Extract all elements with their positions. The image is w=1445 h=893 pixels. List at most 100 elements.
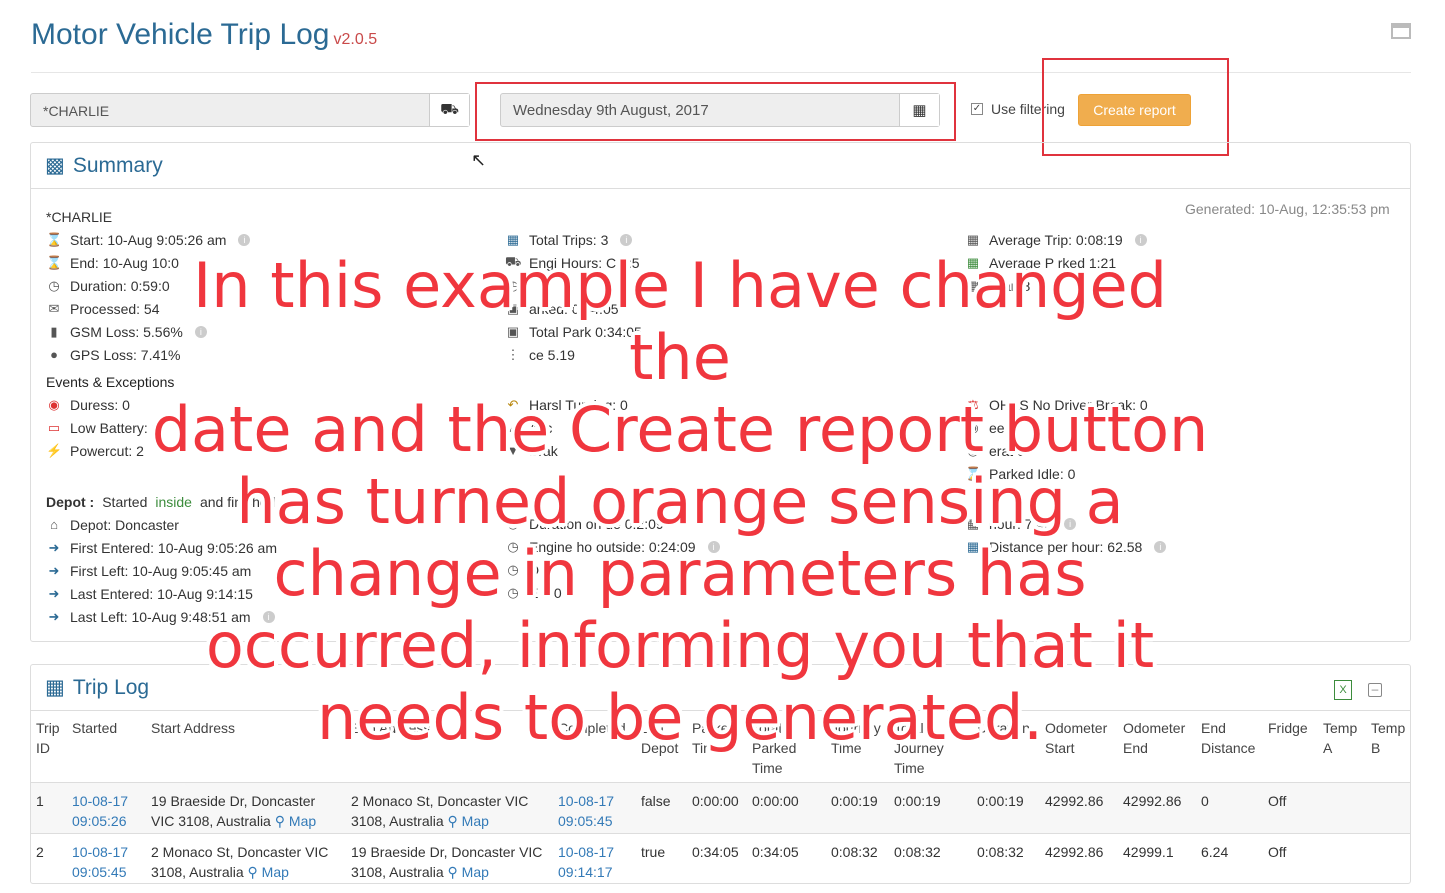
- ohs-no-driver-break: OH&S No Driver Break: 0: [989, 396, 1148, 413]
- clock-icon: ◷: [507, 277, 519, 293]
- depot2-line4: E e 0 5: [529, 584, 574, 601]
- clock-icon: ◷: [48, 277, 60, 293]
- depot-name: Depot: Doncaster: [70, 516, 179, 533]
- total-journey-time: 0:00:19: [894, 793, 941, 809]
- col-header[interactable]: Left Depot: [641, 718, 687, 758]
- last-entered: Last Entered: 10-Aug 9:14:15: [70, 585, 253, 602]
- info-icon[interactable]: i: [620, 233, 633, 246]
- duress-stat: Duress: 0: [70, 396, 130, 413]
- started-link[interactable]: 10-08-17 09:05:45: [72, 842, 134, 882]
- excel-export-icon[interactable]: X: [1334, 680, 1352, 700]
- col-header[interactable]: Completed: [558, 718, 636, 738]
- depot-outside: outs: [283, 493, 310, 510]
- total-journey-time: 0:08:32: [894, 844, 941, 860]
- col-header[interactable]: Duration: [977, 718, 1037, 738]
- parked-idle: Parked Idle: 0: [989, 465, 1076, 482]
- road-icon: ⋮: [506, 346, 520, 362]
- col-header[interactable]: Temp A: [1323, 718, 1363, 758]
- map-link[interactable]: ⚲ Map: [448, 864, 489, 880]
- checkbox-icon[interactable]: ✓: [971, 103, 983, 115]
- gps-loss-stat: GPS Loss: 7.41%: [70, 346, 181, 363]
- col-header[interactable]: Parked Time: [692, 718, 744, 758]
- depot-section: Depot : Started inside and finished outs ⌂ De…: [46, 490, 310, 628]
- harsh-turning: Harsl Turning: 0: [529, 396, 628, 413]
- info-icon[interactable]: i: [238, 233, 251, 246]
- col-header[interactable]: Odometer End: [1123, 718, 1193, 758]
- col-header[interactable]: Journey Time: [831, 718, 887, 758]
- col-header[interactable]: Trip ID: [36, 718, 66, 758]
- col-header[interactable]: End Address: [351, 718, 501, 738]
- summary-title: Summary: [72, 153, 163, 177]
- info-icon[interactable]: i: [707, 540, 720, 553]
- duration-stat: Duration: 0:59:0: [70, 277, 170, 294]
- col-header[interactable]: End Distance: [1201, 718, 1261, 758]
- lifebuoy-icon: ◉: [48, 396, 60, 412]
- left-depot: false: [641, 793, 671, 809]
- battery-icon: ▭: [47, 419, 61, 435]
- average-distance: D an 8: [989, 277, 1031, 294]
- first-entered: First Entered: 10-Aug 9:05:26 am: [70, 539, 277, 556]
- info-icon[interactable]: i: [1064, 517, 1077, 530]
- operate-stat: erat 0: [989, 442, 1025, 459]
- col-header[interactable]: Total Parked Time: [752, 718, 804, 778]
- map-link[interactable]: ⚲ Map: [275, 813, 316, 829]
- clock-icon: ◷: [507, 515, 519, 531]
- col-header[interactable]: Start Address: [151, 718, 301, 738]
- info-icon[interactable]: i: [1134, 233, 1147, 246]
- odometer-start: 42992.86: [1045, 844, 1104, 860]
- building-icon: ▦: [45, 676, 65, 699]
- parked-time: 0:00:00: [692, 793, 739, 809]
- building-icon: ▦: [506, 231, 520, 247]
- triplog-header: ▦ Trip Log: [31, 665, 1410, 711]
- col-header[interactable]: Total Journey Time: [894, 718, 950, 778]
- col-header[interactable]: Temp B: [1371, 718, 1411, 758]
- table-row[interactable]: 2 10-08-17 09:05:45 2 Monaco St, Doncast…: [31, 833, 1410, 893]
- started-link[interactable]: 10-08-17 09:05:26: [72, 791, 134, 831]
- completed-link[interactable]: 10-08-17 09:14:17: [558, 842, 620, 882]
- version-label: v2.0.5: [333, 31, 378, 48]
- vehicle-value: *CHARLIE: [43, 103, 110, 119]
- processed-stat: Processed: 54: [70, 300, 160, 317]
- info-icon[interactable]: i: [262, 610, 275, 623]
- col-header[interactable]: Fridge: [1268, 718, 1312, 738]
- summary-col3: ▦ Average Trip: 0:08:19 i ▦ Average P rked …: [965, 228, 1147, 297]
- calculator-icon: ▦: [966, 277, 980, 293]
- start-address: 2 Monaco St, Doncaster VIC 3108, Austral…: [151, 844, 329, 880]
- info-icon[interactable]: i: [1154, 540, 1167, 553]
- truck-icon[interactable]: ⛟: [429, 94, 469, 126]
- clock-icon: ◷: [507, 561, 519, 577]
- table-row[interactable]: 1 10-08-17 09:05:26 19 Braeside Dr, Donc…: [31, 782, 1410, 833]
- map-link[interactable]: ⚲ Map: [448, 813, 489, 829]
- end-address: 19 Braeside Dr, Doncaster VIC 3108, Aust…: [351, 844, 543, 880]
- collapse-icon[interactable]: –: [1368, 683, 1382, 697]
- sign-in-icon: ➜: [48, 585, 60, 601]
- distance-stat: ce 5.19: [529, 346, 575, 363]
- vehicle-select[interactable]: *CHARLIE ⛟: [30, 93, 470, 127]
- duration: 0:00:19: [977, 793, 1024, 809]
- truck-icon: ⛟: [505, 253, 522, 269]
- map-link[interactable]: ⚲ Map: [248, 864, 289, 880]
- sign-out-icon: ➜: [48, 608, 60, 624]
- end-address: 2 Monaco St, Doncaster VIC 3108, Austral…: [351, 793, 529, 829]
- odometer-end: 42992.86: [1123, 793, 1182, 809]
- left-depot: true: [641, 844, 666, 860]
- summary-header: ▩ Summary: [31, 143, 1410, 189]
- average-parked: Average P rked 1:21: [989, 254, 1117, 271]
- completed-link[interactable]: 10-08-17 09:05:45: [558, 791, 620, 831]
- col-header[interactable]: Started: [72, 718, 132, 738]
- fridge: Off: [1268, 793, 1287, 809]
- speed-stat: ee: [989, 419, 1005, 436]
- info-icon[interactable]: i: [194, 325, 207, 338]
- speed-icon: ◉: [967, 419, 979, 435]
- col-header[interactable]: Odometer Start: [1045, 718, 1115, 758]
- journey-time: 0:08:32: [831, 844, 878, 860]
- maximize-icon[interactable]: [1391, 23, 1411, 39]
- fridge: Off: [1268, 844, 1287, 860]
- summary-col2: ▦ Total Trips: 3 i ⛟ Engi Hours: C 4:5 ◷ ▣ a…: [505, 228, 642, 366]
- distance-per-hour: Distance per hour: 62.58: [989, 538, 1143, 555]
- engine-hours: Engi Hours: C 4:5: [529, 254, 640, 271]
- gsm-loss-stat: GSM Loss: 5.56%: [70, 323, 183, 340]
- hourglass-icon: ⌛: [965, 465, 982, 481]
- start-stat: Start: 10-Aug 9:05:26 am: [70, 231, 227, 248]
- odometer-start: 42992.86: [1045, 793, 1104, 809]
